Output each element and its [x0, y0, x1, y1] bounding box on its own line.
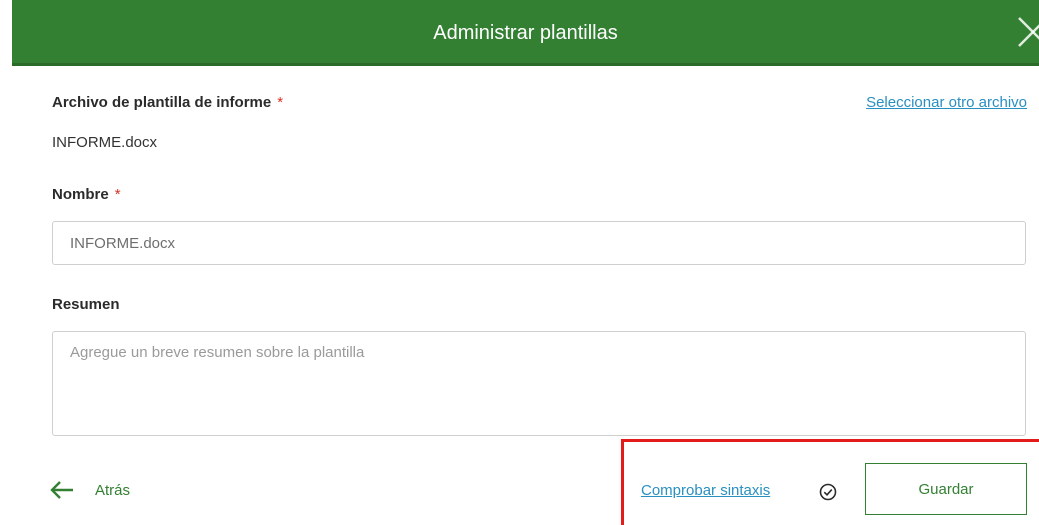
- arrow-left-icon: [50, 481, 73, 499]
- check-syntax-link[interactable]: Comprobar sintaxis: [641, 482, 770, 499]
- template-file-label: Archivo de plantilla de informe *: [52, 94, 283, 111]
- name-input[interactable]: [52, 221, 1026, 265]
- select-other-file-link[interactable]: Seleccionar otro archivo: [866, 94, 1027, 111]
- save-button[interactable]: Guardar: [865, 463, 1027, 515]
- back-button[interactable]: Atrás: [50, 475, 130, 505]
- required-marker: *: [277, 94, 284, 111]
- template-file-label-text: Archivo de plantilla de informe: [52, 94, 272, 111]
- template-file-name: INFORME.docx: [52, 134, 158, 151]
- dialog-title: Administrar plantillas: [433, 22, 618, 44]
- summary-textarea[interactable]: [52, 331, 1026, 436]
- check-circle-icon: [819, 483, 837, 501]
- manage-templates-dialog: Administrar plantillas Archivo de planti…: [0, 0, 1039, 525]
- dialog-header: Administrar plantillas: [12, 0, 1039, 66]
- name-label-text: Nombre: [52, 186, 109, 203]
- summary-label: Resumen: [52, 296, 120, 313]
- back-label: Atrás: [95, 481, 131, 499]
- close-button[interactable]: [1013, 14, 1039, 50]
- close-icon: [1018, 17, 1039, 47]
- required-marker: *: [114, 186, 121, 203]
- name-label: Nombre *: [52, 186, 121, 203]
